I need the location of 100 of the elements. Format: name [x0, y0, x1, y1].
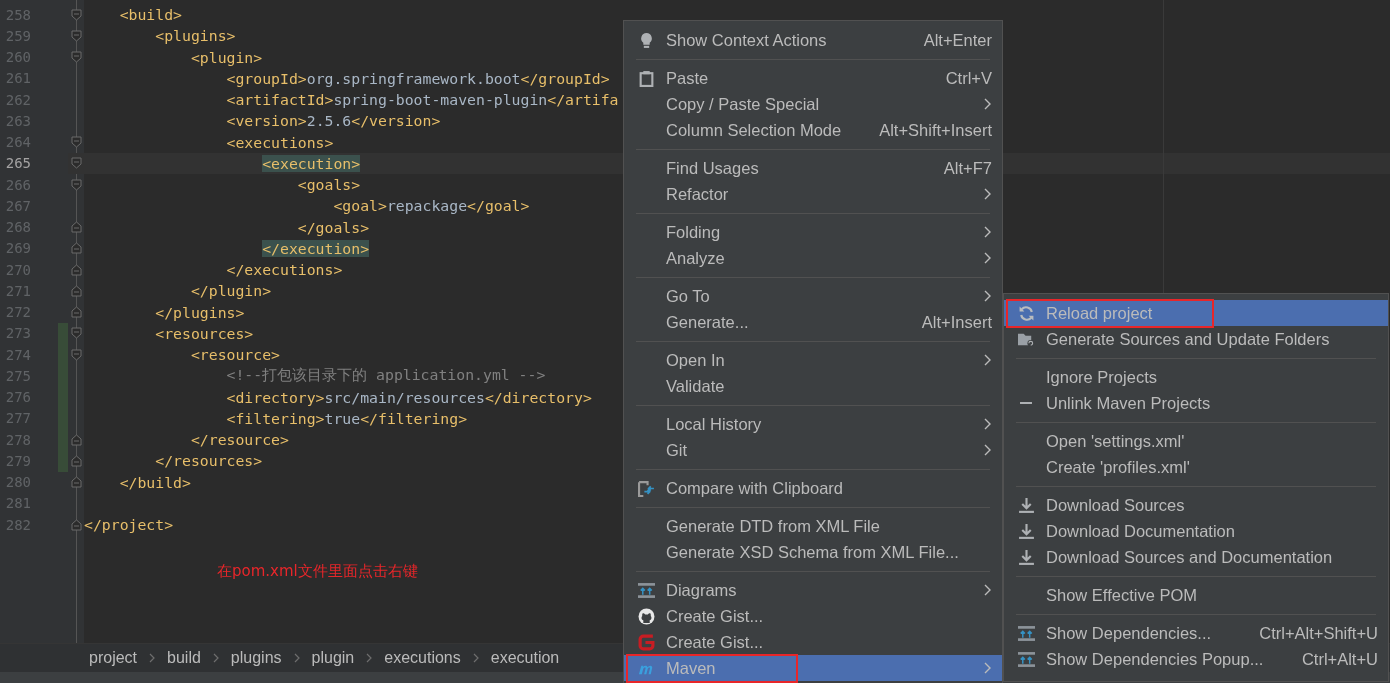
menu-item[interactable]: Git	[624, 437, 1002, 463]
menu-item[interactable]: Local History	[624, 411, 1002, 437]
menu-item-label: Create 'profiles.xml'	[1045, 456, 1191, 478]
menu-item-label: Download Sources and Documentation	[1045, 546, 1334, 568]
fold-marker-icon[interactable]	[70, 157, 82, 170]
chevron-icon	[472, 653, 479, 663]
menu-item[interactable]: Show Context Actions Alt+Enter	[624, 27, 1002, 53]
menu-item[interactable]: Create Gist...	[624, 629, 1002, 655]
menu-item[interactable]: Validate	[624, 373, 1002, 399]
shortcut-text: Ctrl+V	[945, 68, 992, 88]
annotation-text: 在pom.xml文件里面点击右键	[217, 562, 418, 581]
breadcrumb-item[interactable]: executions	[384, 649, 461, 667]
menu-item[interactable]: Show Dependencies Popup... Ctrl+Alt+U	[1004, 646, 1388, 672]
menu-item[interactable]: Generate XSD Schema from XML File...	[624, 539, 1002, 565]
code-line: <!--打包该目录下的 application.yml -->	[225, 366, 546, 386]
menu-item-label: Show Context Actions	[665, 29, 828, 51]
menu-item[interactable]: Create Gist...	[624, 603, 1002, 629]
menu-item-label: Reload project	[1006, 298, 1215, 328]
code-line: <artifactId>spring-boot-maven-plugin</artifa	[225, 91, 619, 109]
fold-end-marker-icon[interactable]	[70, 518, 82, 531]
menu-item-label: Unlink Maven Projects	[1045, 392, 1212, 414]
breadcrumb-item[interactable]: plugin	[311, 649, 355, 667]
menu-item[interactable]: Analyze	[624, 245, 1002, 271]
download-icon	[1017, 548, 1035, 566]
code-line: <goal>repackage</goal>	[332, 197, 530, 215]
chevron-icon	[293, 653, 300, 663]
menu-item-label: Compare with Clipboard	[665, 477, 844, 499]
shortcut-text: Alt+F7	[943, 158, 992, 178]
fold-marker-icon[interactable]	[70, 178, 82, 191]
code-line: <directory>src/main/resources</directory>	[225, 388, 592, 406]
menu-item[interactable]: Show Dependencies... Ctrl+Alt+Shift+U	[1004, 620, 1388, 646]
compare-icon	[637, 479, 655, 497]
code-line: </project>	[84, 516, 174, 534]
menu-item-label: Generate Sources and Update Folders	[1045, 328, 1331, 350]
menu-item-label: Diagrams	[665, 579, 738, 601]
fold-end-marker-icon[interactable]	[70, 221, 82, 234]
menu-item[interactable]: Download Sources and Documentation	[1004, 544, 1388, 570]
code-line: <build>	[118, 6, 182, 24]
shortcut-text: Ctrl+Alt+Shift+U	[1259, 623, 1378, 643]
shortcut-text: Alt+Shift+Insert	[879, 120, 992, 140]
menu-item-label: Folding	[665, 221, 722, 243]
shortcut-text: Ctrl+Alt+U	[1301, 649, 1378, 669]
cat-silhouette-icon	[637, 607, 655, 625]
code-line: </plugin>	[189, 282, 272, 300]
menu-item-label: Open 'settings.xml'	[1045, 430, 1186, 452]
fold-marker-icon[interactable]	[70, 348, 82, 361]
menu-item[interactable]: Copy / Paste Special	[624, 91, 1002, 117]
menu-item[interactable]: Find Usages Alt+F7	[624, 155, 1002, 181]
menu-item[interactable]: Generate Sources and Update Folders	[1004, 326, 1388, 352]
fold-marker-icon[interactable]	[70, 29, 82, 42]
menu-item[interactable]: Go To	[624, 283, 1002, 309]
fold-marker-icon[interactable]	[70, 136, 82, 149]
fold-end-marker-icon[interactable]	[70, 306, 82, 319]
fold-marker-icon[interactable]	[70, 327, 82, 340]
fold-end-marker-icon[interactable]	[70, 476, 82, 489]
menu-item[interactable]: Column Selection Mode Alt+Shift+Insert	[624, 117, 1002, 143]
breadcrumb-item[interactable]: project	[89, 649, 138, 667]
menu-item[interactable]: Folding	[624, 219, 1002, 245]
diagram-icon	[1017, 650, 1035, 668]
line-number: 265	[4, 155, 31, 172]
code-line: <goals>	[296, 176, 361, 194]
menu-item[interactable]: Diagrams	[624, 577, 1002, 603]
menu-item[interactable]: Paste Ctrl+V	[624, 65, 1002, 91]
menu-item[interactable]: Download Documentation	[1004, 518, 1388, 544]
menu-item[interactable]: Compare with Clipboard	[624, 475, 1002, 501]
menu-item[interactable]: Generate... Alt+Insert	[624, 309, 1002, 335]
menu-item[interactable]: Download Sources	[1004, 492, 1388, 518]
code-line: </build>	[118, 473, 191, 491]
menu-item[interactable]: Open In	[624, 347, 1002, 373]
menu-item-label: Generate...	[665, 311, 750, 333]
code-line: </plugins>	[154, 303, 245, 321]
fold-end-marker-icon[interactable]	[70, 242, 82, 255]
breadcrumb-item[interactable]: plugins	[230, 649, 282, 667]
code-line: <resource>	[189, 346, 280, 364]
fold-end-marker-icon[interactable]	[70, 284, 82, 297]
fold-end-marker-icon[interactable]	[70, 433, 82, 446]
breadcrumb-item[interactable]: build	[167, 649, 201, 667]
diagram-icon	[1017, 624, 1035, 642]
menu-item[interactable]: Open 'settings.xml'	[1004, 428, 1388, 454]
code-line: </goals>	[296, 218, 370, 236]
menu-item-label: Analyze	[665, 247, 726, 269]
code-line: <resources>	[154, 324, 254, 342]
breadcrumb-item[interactable]: execution	[490, 649, 560, 667]
menu-item[interactable]: Generate DTD from XML File	[624, 513, 1002, 539]
diagram-icon	[637, 581, 655, 599]
menu-item-label: Generate DTD from XML File	[665, 515, 881, 537]
fold-end-marker-icon[interactable]	[70, 263, 82, 276]
menu-item[interactable]: Refactor	[624, 181, 1002, 207]
menu-item[interactable]: Create 'profiles.xml'	[1004, 454, 1388, 480]
fold-marker-icon[interactable]	[70, 51, 82, 64]
menu-item[interactable]: Ignore Projects	[1004, 364, 1388, 390]
menu-item[interactable]: Unlink Maven Projects	[1004, 390, 1388, 416]
menu-item-label: Create Gist...	[665, 631, 765, 653]
menu-item-label: Find Usages	[665, 157, 760, 179]
menu-item[interactable]: Show Effective POM	[1004, 582, 1388, 608]
fold-end-marker-icon[interactable]	[70, 454, 82, 467]
menu-item-label: Column Selection Mode	[665, 119, 843, 141]
code-line: <plugins>	[154, 27, 236, 45]
fold-marker-icon[interactable]	[70, 8, 82, 21]
menu-item-label: Git	[665, 439, 689, 461]
